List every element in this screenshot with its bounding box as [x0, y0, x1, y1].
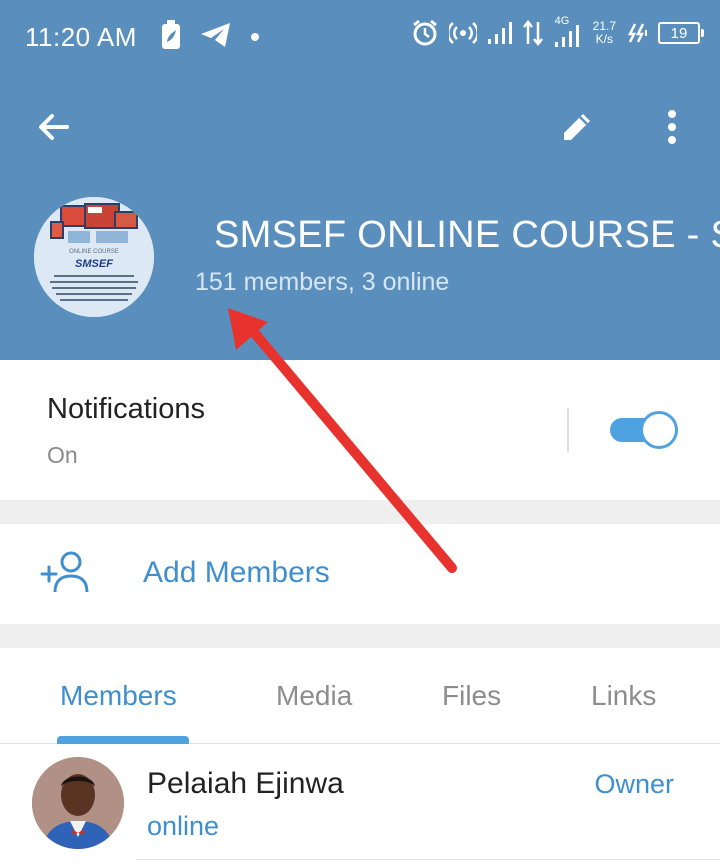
add-person-icon — [40, 550, 92, 599]
status-bar: 11:20 AM 4G 21.7 K/s 19 — [0, 0, 720, 76]
status-time: 11:20 AM — [25, 22, 137, 52]
charging-icon — [626, 22, 648, 44]
list-item[interactable]: Pelaiah Ejinwa online Owner — [0, 745, 720, 867]
back-button[interactable] — [30, 103, 78, 151]
member-name: Pelaiah Ejinwa — [147, 767, 344, 800]
avatar — [32, 757, 124, 849]
status-left-icons — [160, 20, 260, 55]
alarm-icon — [411, 19, 439, 47]
divider — [567, 408, 569, 452]
add-members-row[interactable]: Add Members — [0, 524, 720, 624]
signal-icon — [487, 21, 513, 45]
active-tab-indicator — [57, 736, 189, 744]
avatar-caption: ONLINE COURSE — [69, 249, 119, 255]
tab-media[interactable]: Media — [276, 680, 352, 712]
battery-indicator: 19 — [658, 22, 704, 44]
divider — [136, 859, 720, 860]
tab-members[interactable]: Members — [60, 680, 177, 712]
speed-unit: K/s — [595, 32, 613, 46]
dot-icon — [250, 29, 260, 47]
pencil-icon — [564, 114, 590, 140]
data-arrows-icon — [522, 20, 543, 46]
notifications-value: On — [47, 442, 78, 468]
notifications-row[interactable]: Notifications On — [0, 360, 720, 500]
network-speed: 21.7 K/s — [593, 20, 616, 46]
profile-header: 11:20 AM 4G 21.7 K/s 19 ONLINE COURSE SM… — [0, 0, 720, 360]
tab-files[interactable]: Files — [442, 680, 501, 712]
avatar-brand: SMSEF — [75, 258, 113, 270]
hotspot-icon — [448, 21, 477, 45]
battery-saver-icon — [160, 20, 182, 55]
group-avatar-image — [34, 197, 154, 317]
media-tabs: Members Media Files Links — [0, 648, 720, 744]
notifications-toggle[interactable] — [610, 411, 678, 449]
group-info-screen: 11:20 AM 4G 21.7 K/s 19 ONLINE COURSE SM… — [0, 0, 720, 867]
4g-signal-icon: 4G — [553, 15, 583, 48]
more-vertical-icon — [668, 110, 676, 144]
arrow-left-icon — [39, 114, 69, 140]
group-member-count: 151 members, 3 online — [195, 268, 450, 296]
tab-links[interactable]: Links — [591, 680, 656, 712]
notifications-label: Notifications — [47, 393, 205, 425]
status-right-icons: 4G 21.7 K/s 19 — [411, 15, 704, 48]
telegram-icon — [200, 22, 232, 53]
more-options-button[interactable] — [648, 103, 696, 151]
add-members-label: Add Members — [143, 556, 330, 589]
section-gap — [0, 624, 720, 648]
section-gap — [0, 500, 720, 524]
edit-button[interactable] — [553, 103, 601, 151]
member-status: online — [147, 811, 220, 841]
battery-level: 19 — [670, 24, 688, 42]
toggle-knob — [640, 411, 678, 449]
member-role-badge: Owner — [594, 769, 674, 799]
group-avatar[interactable]: ONLINE COURSE SMSEF — [34, 197, 154, 317]
group-title: SMSEF ONLINE COURSE - SMSEF — [214, 214, 720, 256]
